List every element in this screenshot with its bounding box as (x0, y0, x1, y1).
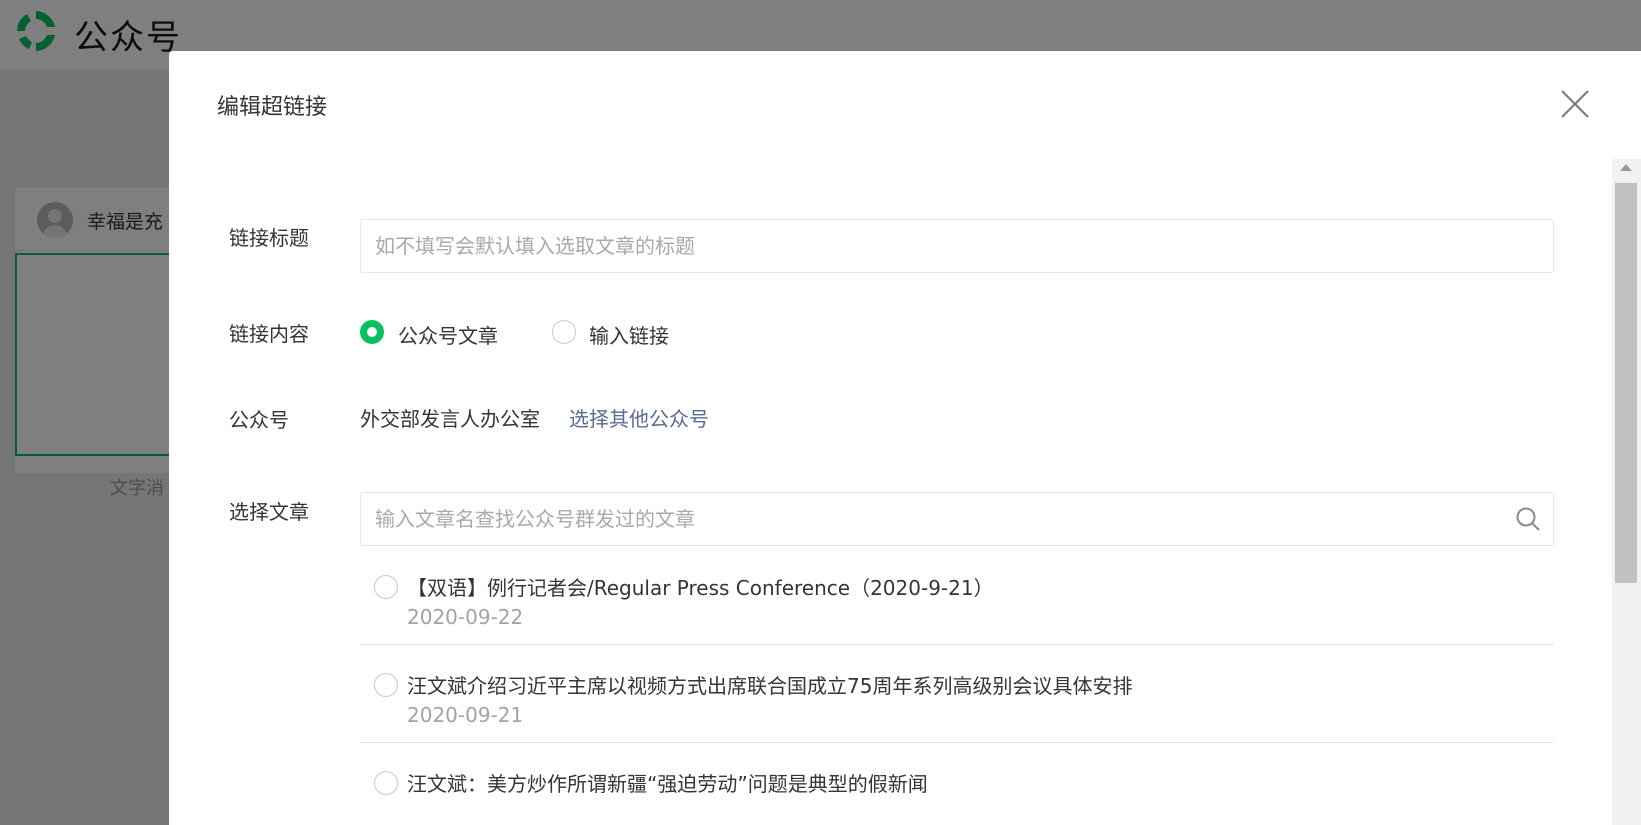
choose-other-account-link[interactable]: 选择其他公众号 (569, 403, 709, 432)
article-title: 【双语】例行记者会/Regular Press Conference（2020-… (407, 576, 994, 600)
search-icon[interactable] (1515, 506, 1541, 532)
radio-input-link[interactable] (552, 320, 576, 344)
article-radio[interactable] (374, 673, 398, 697)
edit-hyperlink-dialog: 编辑超链接 链接标题 链接内容 公众号文章 输入链接 公众号 外交部发言人办公室… (169, 51, 1641, 825)
account-name: 外交部发言人办公室 (360, 407, 540, 431)
article-date: 2020-09-21 (407, 703, 524, 727)
dialog-scrollbar[interactable] (1612, 159, 1641, 825)
account-label: 公众号 (229, 408, 289, 432)
article-list-item[interactable]: 汪文斌：美方炒作所谓新疆“强迫劳动”问题是典型的假新闻 (360, 744, 1554, 825)
link-title-label: 链接标题 (229, 226, 309, 250)
article-radio[interactable] (374, 575, 398, 599)
link-content-label: 链接内容 (229, 322, 309, 346)
article-title: 汪文斌：美方炒作所谓新疆“强迫劳动”问题是典型的假新闻 (407, 772, 928, 796)
article-list-item[interactable]: 汪文斌介绍习近平主席以视频方式出席联合国成立75周年系列高级别会议具体安排 20… (360, 646, 1554, 743)
radio-official-article[interactable] (360, 320, 384, 344)
dialog-title: 编辑超链接 (217, 95, 328, 120)
close-icon[interactable] (1560, 89, 1590, 119)
article-list-item[interactable]: 【双语】例行记者会/Regular Press Conference（2020-… (360, 548, 1554, 645)
scroll-up-arrow-icon[interactable] (1620, 164, 1632, 171)
link-title-input[interactable] (360, 219, 1554, 273)
radio-official-article-label[interactable]: 公众号文章 (398, 320, 498, 349)
article-search-input[interactable] (360, 492, 1554, 546)
radio-input-link-label[interactable]: 输入链接 (589, 320, 669, 349)
article-date: 2020-09-22 (407, 605, 524, 629)
scrollbar-thumb[interactable] (1615, 183, 1637, 583)
article-title: 汪文斌介绍习近平主席以视频方式出席联合国成立75周年系列高级别会议具体安排 (407, 674, 1133, 698)
article-radio[interactable] (374, 771, 398, 795)
choose-article-label: 选择文章 (229, 500, 309, 524)
